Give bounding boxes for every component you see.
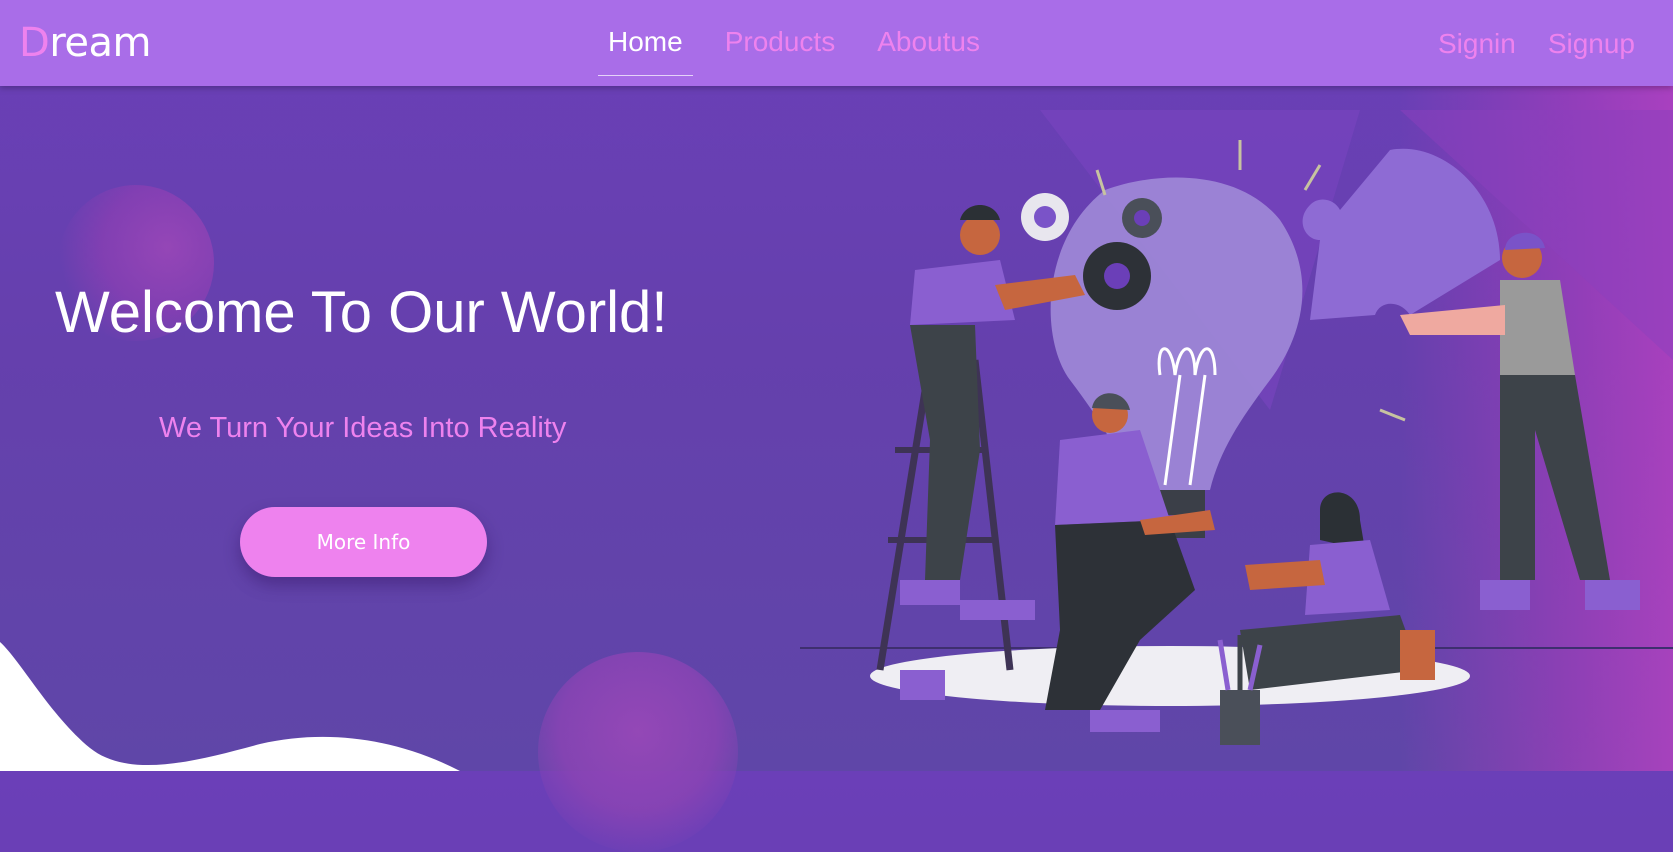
auth-nav: Signin Signup	[1438, 24, 1635, 64]
signup-link[interactable]: Signup	[1548, 24, 1635, 64]
decorative-wave	[0, 642, 460, 771]
nav-link-aboutus[interactable]: Aboutus	[867, 22, 990, 62]
main-nav: Home Products Aboutus	[598, 22, 1012, 76]
teamwork-illustration-icon	[800, 110, 1673, 745]
decorative-circle	[538, 652, 738, 852]
nav-link-products[interactable]: Products	[715, 22, 846, 62]
more-info-button[interactable]: More Info	[240, 507, 487, 577]
brand-logo-text: ream	[49, 20, 151, 66]
signin-link[interactable]: Signin	[1438, 24, 1516, 64]
nav-link-home[interactable]: Home	[598, 22, 693, 76]
top-navbar: Dream Home Products Aboutus Signin Signu…	[0, 0, 1673, 86]
hero-title: Welcome To Our World!	[55, 280, 668, 345]
hero-subtitle: We Turn Your Ideas Into Reality	[159, 412, 567, 444]
brand-logo-initial: D	[19, 20, 50, 66]
brand-logo[interactable]: Dream	[19, 20, 151, 66]
